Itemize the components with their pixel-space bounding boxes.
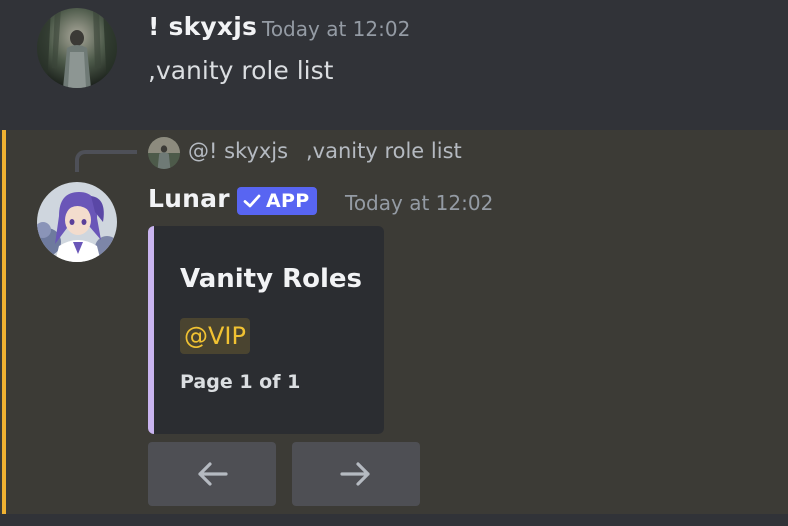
embed-title: Vanity Roles	[180, 264, 362, 294]
dark-forest-figure-avatar-icon	[37, 8, 117, 88]
embed-accent-bar	[148, 226, 154, 434]
arrow-right-icon	[340, 462, 370, 486]
app-badge-label: APP	[266, 190, 310, 212]
message-2: @! skyxjs ,vanity role list Lunar APP To…	[0, 130, 788, 514]
reply-author-mention[interactable]: @! skyxjs	[188, 139, 288, 163]
verified-check-icon	[243, 194, 261, 208]
reply-avatar[interactable]	[148, 137, 180, 169]
reply-spine	[75, 150, 137, 172]
dark-forest-figure-avatar-icon	[148, 137, 180, 169]
message-author[interactable]: ! skyxjs	[148, 12, 257, 41]
app-badge: APP	[237, 187, 318, 215]
role-mention[interactable]: @VIP	[180, 318, 250, 354]
message-content: ,vanity role list	[148, 56, 334, 85]
mention-highlight-bar	[2, 130, 6, 514]
purple-hair-anime-avatar-icon	[37, 182, 117, 262]
message-list-bottom	[0, 514, 788, 526]
next-page-button[interactable]	[292, 442, 420, 506]
bot-avatar[interactable]	[37, 182, 117, 262]
embed-footer: Page 1 of 1	[180, 371, 301, 393]
reply-preview-text[interactable]: ,vanity role list	[306, 139, 462, 163]
user-avatar[interactable]	[37, 8, 117, 88]
previous-page-button[interactable]	[148, 442, 276, 506]
message-timestamp: Today at 12:02	[262, 17, 411, 41]
embed-card: Vanity Roles @VIP Page 1 of 1	[148, 226, 384, 434]
bot-message-timestamp: Today at 12:02	[345, 191, 494, 215]
bot-author[interactable]: Lunar	[148, 184, 230, 213]
message-1: ! skyxjs Today at 12:02 ,vanity role lis…	[0, 0, 788, 130]
arrow-left-icon	[198, 462, 228, 486]
